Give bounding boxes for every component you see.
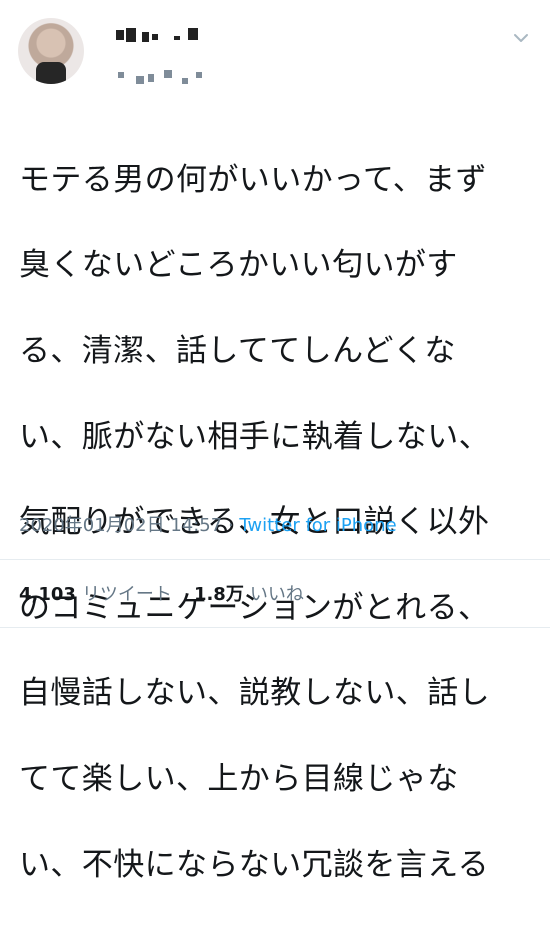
tweet-line: モテる男の何がいいかって、まず xyxy=(19,161,487,198)
chevron-down-icon[interactable] xyxy=(511,28,531,48)
tweet-stats: 4,103 リツイート 1.8万 いいね xyxy=(19,582,304,608)
retweets-label: リツイート xyxy=(81,584,172,605)
tweet-line: 臭くないどころかいい匂いがす xyxy=(19,247,458,284)
avatar[interactable] xyxy=(18,18,84,84)
retweets-stat[interactable]: 4,103 リツイート xyxy=(19,584,172,605)
tweet-meta: 2020年01月02日 14:57 · Twitter for iPhone xyxy=(19,514,397,538)
meta-separator: · xyxy=(222,515,240,536)
divider xyxy=(0,627,550,628)
likes-label: いいね xyxy=(249,584,304,605)
tweet-line: てて楽しい、上から目線じゃな xyxy=(19,760,459,797)
source-link[interactable]: Twitter for iPhone xyxy=(239,515,396,536)
tweet-line: い、脈がない相手に執着しない、 xyxy=(19,418,490,455)
likes-stat[interactable]: 1.8万 いいね xyxy=(194,584,304,605)
retweets-count: 4,103 xyxy=(19,584,76,605)
tweet-line: 自慢話しない、説教しない、話し xyxy=(19,675,490,712)
divider xyxy=(0,559,550,560)
tweet-line: い、不快にならない冗談を言える xyxy=(19,846,490,883)
likes-count: 1.8万 xyxy=(193,584,244,605)
timestamp[interactable]: 2020年01月02日 14:57 xyxy=(19,515,222,536)
username-redacted[interactable] xyxy=(118,68,208,86)
tweet-line: る、清潔、話しててしんどくな xyxy=(19,332,456,369)
tweet-header xyxy=(0,0,550,110)
display-name-redacted[interactable] xyxy=(112,26,262,46)
